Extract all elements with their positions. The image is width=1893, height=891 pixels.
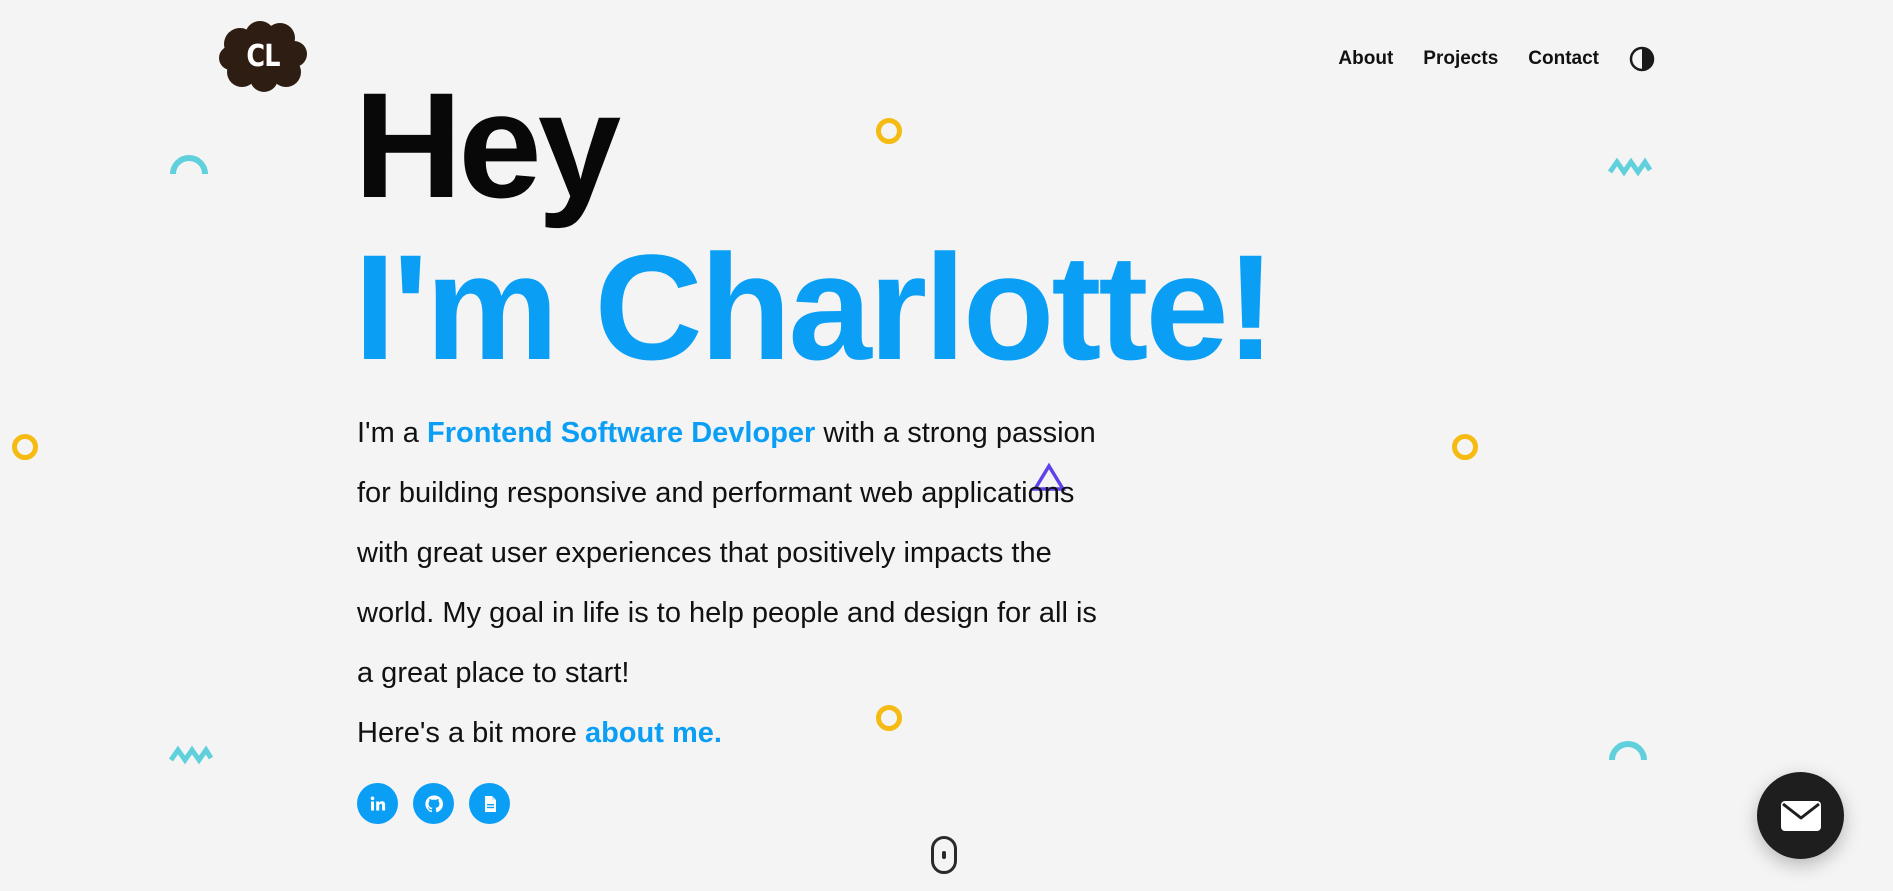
teal-arc-decoration — [170, 155, 208, 175]
yellow-ring-decoration — [876, 118, 902, 144]
hero-intro: I'm a Frontend Software Devloper with a … — [357, 403, 1117, 703]
mouse-scroll-icon — [931, 836, 957, 874]
teal-arc-decoration — [1609, 741, 1647, 761]
mail-fab-button[interactable] — [1757, 772, 1844, 859]
teal-zigzag-decoration — [1608, 157, 1652, 177]
hero-name: I'm Charlotte! — [354, 223, 1276, 391]
github-button[interactable] — [413, 783, 454, 824]
yellow-ring-decoration — [12, 434, 38, 460]
nav-contact-link[interactable]: Contact — [1528, 48, 1599, 70]
yellow-ring-decoration — [1452, 434, 1478, 460]
intro-prefix: I'm a — [357, 417, 427, 449]
more-about-line: Here's a bit more about me. — [357, 703, 722, 763]
nav-about-link[interactable]: About — [1338, 48, 1393, 70]
yellow-ring-decoration — [876, 705, 902, 731]
intro-role-highlight: Frontend Software Devloper — [427, 417, 816, 449]
page: CL About Projects Contact Hey I'm Charlo… — [0, 0, 1893, 891]
main-nav: About Projects Contact — [1338, 46, 1655, 72]
logo-initials: CL — [246, 38, 280, 74]
teal-zigzag-decoration — [169, 745, 213, 765]
linkedin-button[interactable] — [357, 783, 398, 824]
social-links — [357, 783, 510, 824]
about-me-link[interactable]: about me. — [585, 717, 722, 749]
mail-icon — [1780, 800, 1821, 831]
resume-button[interactable] — [469, 783, 510, 824]
hero-greeting: Hey — [354, 61, 621, 229]
linkedin-icon — [370, 796, 385, 810]
intro-body: with a strong passion for building respo… — [357, 417, 1097, 689]
github-icon — [424, 794, 443, 812]
logo[interactable]: CL — [218, 20, 308, 92]
pdf-file-icon — [484, 795, 496, 812]
theme-toggle-icon[interactable] — [1629, 46, 1655, 72]
nav-projects-link[interactable]: Projects — [1423, 48, 1498, 70]
more-prefix: Here's a bit more — [357, 717, 585, 749]
